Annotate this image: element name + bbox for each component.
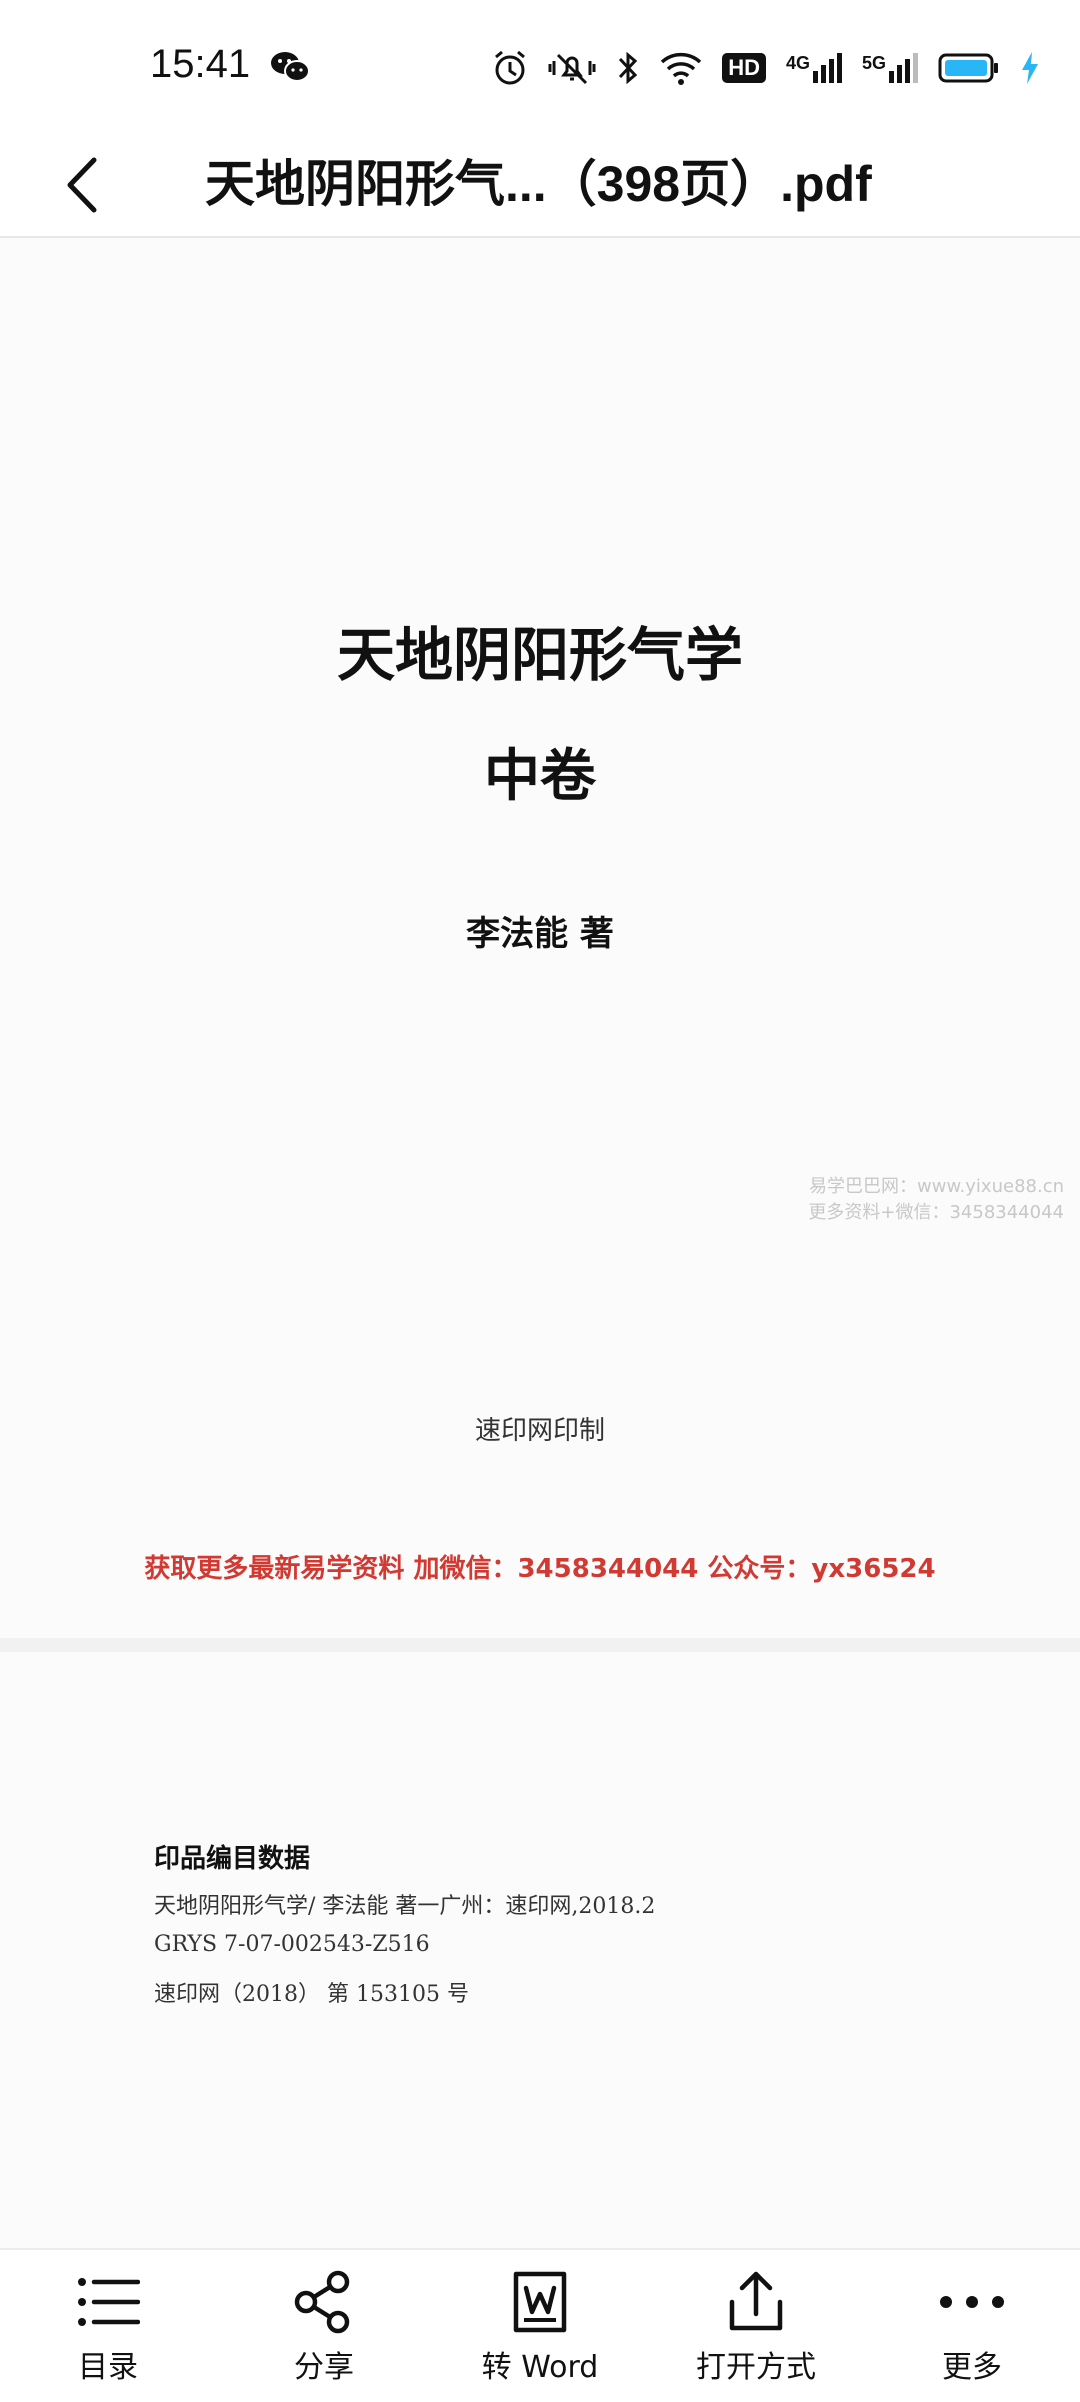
charging-icon <box>1020 50 1040 86</box>
list-icon <box>76 2266 140 2338</box>
pdf-page-2[interactable]: 印品编目数据 天地阴阳形气学/ 李法能 著一广州：速印网,2018.2 GRYS… <box>0 1652 1080 2248</box>
battery-icon <box>938 51 1000 85</box>
share-label: 分享 <box>294 2350 354 2385</box>
toc-button[interactable]: 目录 <box>0 2250 216 2402</box>
vibrate-icon <box>548 49 596 87</box>
more-button[interactable]: 更多 <box>864 2250 1080 2402</box>
book-title: 天地阴阳形气学 <box>336 621 743 689</box>
watermark-line: 更多资料+微信：3458344044 <box>808 1202 1064 1223</box>
signal-4g-icon: 4G <box>786 53 842 83</box>
printer-name: 速印网印制 <box>474 1416 605 1446</box>
book-volume: 中卷 <box>484 743 596 809</box>
convert-word-label: 转 Word <box>481 2350 599 2385</box>
toc-label: 目录 <box>78 2350 138 2385</box>
pdf-page-1[interactable]: 天地阴阳形气学 中卷 李法能 著 易学巴巴网：www.yixue88.cn 更多… <box>0 238 1080 1638</box>
word-convert-icon <box>510 2266 570 2338</box>
chevron-left-icon <box>67 157 97 213</box>
open-with-icon <box>726 2266 786 2338</box>
back-button[interactable] <box>54 140 134 230</box>
signal-5g-icon: 5G <box>862 53 918 83</box>
net-5g-label: 5G <box>861 53 886 73</box>
open-with-label: 打开方式 <box>696 2350 816 2385</box>
catalog-line: 天地阴阳形气学/ 李法能 著一广州：速印网,2018.2 <box>154 1894 656 1919</box>
app-header: 天地阴阳形气...（398页）.pdf <box>0 130 1080 238</box>
convert-word-button[interactable]: 转 Word <box>432 2250 648 2402</box>
hd-voice-badge: HD <box>722 53 766 83</box>
catalog-line: GRYS 7-07-002543-Z516 <box>154 1932 430 1957</box>
status-bar: 15:41 HD 4G 5G <box>0 0 1080 130</box>
bottom-toolbar: 目录 分享 转 Word 打开方式 更多 <box>0 2248 1080 2402</box>
wechat-icon <box>270 50 310 84</box>
watermark: 易学巴巴网：www.yixue88.cn 更多资料+微信：3458344044 <box>808 1174 1064 1226</box>
book-author: 李法能 著 <box>466 914 614 954</box>
share-button[interactable]: 分享 <box>216 2250 432 2402</box>
wifi-icon <box>660 50 702 86</box>
status-time: 15:41 <box>150 42 251 86</box>
more-icon <box>937 2266 1007 2338</box>
alarm-icon <box>492 49 528 87</box>
open-with-button[interactable]: 打开方式 <box>648 2250 864 2402</box>
catalog-line: 速印网（2018） 第 153105 号 <box>154 1982 469 2007</box>
bluetooth-icon <box>616 49 640 87</box>
catalog-heading: 印品编目数据 <box>154 1844 311 1874</box>
more-label: 更多 <box>942 2350 1002 2385</box>
promo-text: 获取更多最新易学资料 加微信：3458344044 公众号：yx36524 <box>144 1554 936 1584</box>
watermark-line: 易学巴巴网：www.yixue88.cn <box>809 1176 1064 1197</box>
net-4g-label: 4G <box>785 53 810 73</box>
document-title: 天地阴阳形气...（398页）.pdf <box>205 156 872 212</box>
share-icon <box>294 2266 354 2338</box>
